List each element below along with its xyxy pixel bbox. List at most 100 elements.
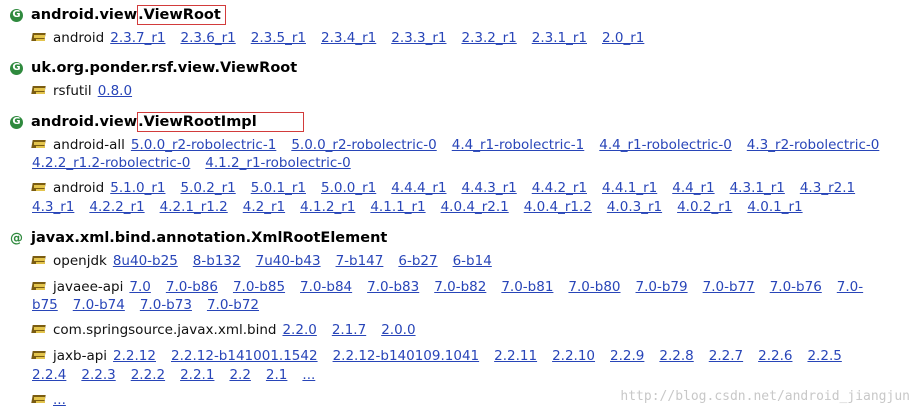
version-link[interactable]: 2.3.5_r1 — [251, 30, 306, 46]
version-link[interactable]: 2.2.10 — [552, 348, 595, 364]
version-link[interactable]: 2.2.0 — [282, 322, 316, 338]
version-link[interactable]: 4.2.2_r1.2-robolectric-0 — [32, 155, 190, 171]
version-link[interactable]: 7.0 — [129, 279, 150, 295]
version-link[interactable]: 2.2.11 — [494, 348, 537, 364]
version-link[interactable]: 5.0.1_r1 — [251, 180, 306, 196]
class-row-viewrootimpl[interactable]: G android.view.ViewRootImpl — [10, 112, 304, 132]
version-link[interactable]: ... — [302, 367, 315, 383]
version-link[interactable]: 2.2.3 — [81, 367, 115, 383]
artifact-row-continued: 2.2.4 2.2.3 2.2.2 2.2.1 2.2 2.1... — [32, 365, 330, 384]
version-link[interactable]: 7.0-b79 — [636, 279, 688, 295]
version-link[interactable]: 2.3.3_r1 — [391, 30, 446, 46]
version-link[interactable]: 2.3.6_r1 — [180, 30, 235, 46]
version-link[interactable]: 7-b147 — [336, 253, 384, 269]
class-row-rsf-viewroot[interactable]: G uk.org.ponder.rsf.view.ViewRoot — [10, 58, 297, 78]
class-row-viewroot[interactable]: G android.view.ViewRoot — [10, 5, 226, 25]
class-icon: G — [10, 115, 23, 129]
version-link[interactable]: 4.3_r2-robolectric-0 — [747, 137, 880, 153]
version-link[interactable]: 2.2.2 — [131, 367, 165, 383]
version-link[interactable]: 2.3.2_r1 — [461, 30, 516, 46]
version-link[interactable]: 5.0.0_r2-robolectric-0 — [291, 137, 436, 153]
version-link[interactable]: 2.1.7 — [332, 322, 366, 338]
version-link[interactable]: 2.0_r1 — [602, 30, 644, 46]
version-link[interactable]: 8u40-b25 — [113, 253, 178, 269]
artifact-name: javaee-api — [53, 278, 124, 295]
version-link[interactable]: 2.2.12-b141001.1542 — [171, 348, 318, 364]
version-link[interactable]: 8-b132 — [193, 253, 241, 269]
version-link[interactable]: 2.2.6 — [758, 348, 792, 364]
version-link[interactable]: 2.2.12 — [113, 348, 156, 364]
version-link[interactable]: 2.2.5 — [807, 348, 841, 364]
jar-icon — [31, 324, 47, 335]
version-link[interactable]: 2.2.1 — [180, 367, 214, 383]
version-link[interactable]: 4.4.3_r1 — [461, 180, 516, 196]
version-link[interactable]: 4.3_r1 — [32, 199, 74, 215]
version-link[interactable]: 4.0.3_r1 — [607, 199, 662, 215]
version-link[interactable]: 4.0.4_r1.2 — [524, 199, 592, 215]
version-link[interactable]: 4.0.4_r2.1 — [441, 199, 509, 215]
version-link[interactable]: 7.0-b74 — [73, 297, 125, 313]
class-name: uk.org.ponder.rsf.view.ViewRoot — [31, 60, 298, 76]
version-link[interactable]: 4.4_r1 — [672, 180, 714, 196]
version-link[interactable]: 4.0.1_r1 — [747, 199, 802, 215]
version-link[interactable]: 4.1.2_r1-robolectric-0 — [205, 155, 350, 171]
version-link[interactable]: 7.0-b84 — [300, 279, 352, 295]
version-link[interactable]: 4.2.2_r1 — [89, 199, 144, 215]
annotation-icon: @ — [10, 230, 23, 246]
class-name: android.view.ViewRootImpl — [31, 112, 304, 132]
version-link[interactable]: 7.0-b83 — [367, 279, 419, 295]
version-link[interactable]: 7.0-b82 — [434, 279, 486, 295]
version-link[interactable]: 4.4.2_r1 — [532, 180, 587, 196]
version-link[interactable]: ... — [53, 392, 66, 408]
version-link[interactable]: 4.3.1_r1 — [730, 180, 785, 196]
version-link[interactable]: 2.3.1_r1 — [532, 30, 587, 46]
version-link[interactable]: b75 — [32, 297, 58, 313]
version-link[interactable]: 2.2.12-b140109.1041 — [333, 348, 480, 364]
version-link[interactable]: 2.3.4_r1 — [321, 30, 376, 46]
version-link[interactable]: 4.4_r1-robolectric-1 — [452, 137, 585, 153]
version-link[interactable]: 7.0-b85 — [233, 279, 285, 295]
version-link[interactable]: 2.2 — [229, 367, 250, 383]
version-link[interactable]: 2.2.8 — [659, 348, 693, 364]
version-link[interactable]: 7.0-b76 — [770, 279, 822, 295]
artifact-row: rsfutil 0.8.0 — [31, 81, 147, 100]
artifact-row: openjdk 8u40-b25 8-b132 7u40-b43 7-b147 6-b27… — [31, 251, 507, 270]
version-link[interactable]: 2.2.4 — [32, 367, 66, 383]
version-link[interactable]: 7u40-b43 — [256, 253, 321, 269]
version-link[interactable]: 4.3_r2.1 — [800, 180, 855, 196]
version-link[interactable]: 4.1.2_r1 — [300, 199, 355, 215]
version-link[interactable]: 4.1.1_r1 — [370, 199, 425, 215]
version-link[interactable]: 7.0-b81 — [501, 279, 553, 295]
version-link[interactable]: 2.0.0 — [381, 322, 415, 338]
artifact-row: android-all 5.0.0_r2-robolectric-1 5.0.0_r… — [31, 135, 894, 154]
artifact-row: jaxb-api 2.2.12 2.2.12-b141001.1542 2.2.12-… — [31, 346, 857, 365]
version-link[interactable]: 7.0-b72 — [207, 297, 259, 313]
version-link[interactable]: 4.4.1_r1 — [602, 180, 657, 196]
version-link[interactable]: 2.2.9 — [610, 348, 644, 364]
version-link[interactable]: 5.0.0_r2-robolectric-1 — [131, 137, 276, 153]
version-link[interactable]: 7.0-b77 — [703, 279, 755, 295]
class-row-xmlrootelement[interactable]: @ javax.xml.bind.annotation.XmlRootEleme… — [10, 228, 387, 248]
version-link[interactable]: 7.0-b86 — [166, 279, 218, 295]
jar-icon — [31, 394, 47, 405]
version-link[interactable]: 7.0-b80 — [568, 279, 620, 295]
version-link[interactable]: 4.4_r1-robolectric-0 — [599, 137, 732, 153]
version-link[interactable]: 2.2.7 — [709, 348, 743, 364]
version-link[interactable]: 5.0.2_r1 — [180, 180, 235, 196]
version-link[interactable]: 5.0.0_r1 — [321, 180, 376, 196]
version-link[interactable]: 4.2_r1 — [243, 199, 285, 215]
artifact-row: android 2.3.7_r1 2.3.6_r1 2.3.5_r1 2.3.4_r1 2… — [31, 28, 659, 47]
version-link[interactable]: 2.3.7_r1 — [110, 30, 165, 46]
version-link[interactable]: 4.2.1_r1.2 — [160, 199, 228, 215]
artifact-name: android-all — [53, 136, 125, 153]
version-link[interactable]: 7.0-b73 — [140, 297, 192, 313]
version-link[interactable]: 2.1 — [266, 367, 287, 383]
version-link[interactable]: 6-b27 — [398, 253, 437, 269]
version-link[interactable]: 0.8.0 — [98, 83, 132, 99]
version-link[interactable]: 4.4.4_r1 — [391, 180, 446, 196]
version-link[interactable]: 4.0.2_r1 — [677, 199, 732, 215]
artifact-name: jaxb-api — [53, 347, 108, 364]
version-link[interactable]: 6-b14 — [453, 253, 492, 269]
version-link[interactable]: 7.0- — [837, 279, 863, 295]
version-link[interactable]: 5.1.0_r1 — [110, 180, 165, 196]
